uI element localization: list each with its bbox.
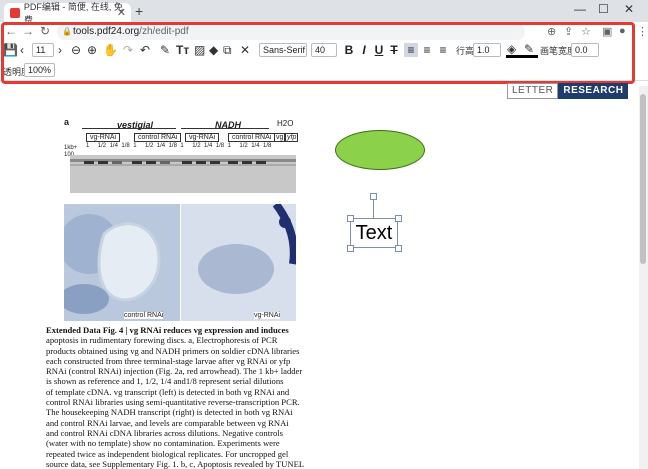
caption-line-10: and control RNAi cDNA libraries across d… [46, 427, 283, 438]
dilution-label: 1/2 [145, 143, 154, 149]
caption-line-0: Extended Data Fig. 4 | vg RNAi reduces v… [46, 325, 289, 335]
h2o-label: H2O [277, 119, 294, 128]
vg-rnai-micrograph [181, 204, 296, 321]
caption-line-11: (water with no template) show no contami… [46, 438, 280, 449]
menu-icon[interactable]: ⋮ [637, 25, 648, 38]
dilution-label: 1/4 [251, 143, 260, 149]
caption-line-13: source data, see Supplementary Fig. 1. b… [46, 458, 305, 469]
pdf24-favicon-icon [10, 7, 20, 18]
research-label: RESEARCH [558, 83, 629, 99]
vg-h2o-label: vg [274, 133, 286, 142]
control-rnai-micrograph [64, 204, 180, 321]
text-annotation[interactable]: Text [350, 218, 398, 248]
panel-b-caption: control RNAi [124, 312, 164, 319]
dilution-labels: 1 1/2 1/4 1/8 1 1/2 1/4 1/8 1 1/2 1/4 1/8 1 1/2 1/4 1/8 [86, 143, 276, 151]
dilution-label: 1/4 [109, 143, 118, 149]
vg-rnai-label-1: vg-RNAi [86, 133, 121, 142]
letter-label: LETTER [507, 83, 559, 99]
dilution-label: 1/8 [263, 143, 272, 149]
vg-rnai-label-2: vg-RNAi [185, 133, 220, 142]
dilution-label: 1/8 [121, 143, 130, 149]
caption-line-2: products obtained using vg and NADH prim… [46, 345, 300, 356]
nadh-bracket [181, 128, 269, 129]
scrollbar-thumb[interactable] [640, 94, 646, 264]
caption-line-4: RNAi (control RNAi) injection (Fig. 2a, … [46, 366, 303, 377]
new-tab-button[interactable]: + [135, 3, 143, 19]
rotate-handle-line [373, 199, 374, 218]
minimize-icon[interactable]: — [574, 2, 586, 16]
caption-line-1: apoptosis in rudimentary forewing discs.… [46, 335, 278, 346]
dilution-label: 1/2 [239, 143, 248, 149]
ellipse-annotation[interactable] [335, 130, 425, 170]
panel-c-caption: vg-RNAi [254, 312, 281, 319]
resize-handle-tl[interactable] [347, 215, 354, 222]
browser-tab[interactable]: PDF编辑 - 简便, 在线, 免费 ✕ [4, 2, 131, 25]
resize-handle-tr[interactable] [395, 215, 402, 222]
ladder-label: 1kb+ [64, 145, 78, 151]
micrograph-c-image [181, 204, 296, 321]
panel-a-label: a [64, 117, 70, 127]
close-window-icon[interactable]: ✕ [624, 2, 634, 16]
dilution-label: 1 [133, 143, 137, 149]
letter-research-header: LETTER RESEARCH [507, 83, 629, 99]
tab-bar: PDF编辑 - 简便, 在线, 免费 ✕ + — ☐ ✕ [0, 0, 648, 25]
dilution-label: 1/2 [97, 143, 107, 149]
micrograph-b-image [64, 204, 180, 321]
caption-line-8: The housekeeping NADH transcript (right)… [46, 407, 293, 418]
highlight-box [1, 22, 635, 84]
gel-bands [70, 155, 296, 193]
caption-line-9: and control RNAi larvae, and levels are … [46, 417, 289, 428]
figure-caption: Extended Data Fig. 4 | vg RNAi reduces v… [46, 325, 318, 469]
dilution-label: 1/4 [156, 143, 166, 149]
resize-handle-br[interactable] [395, 245, 402, 252]
caption-line-5: is shown as reference and 1, 1/2, 1/4 an… [46, 376, 284, 387]
control-rnai-label-2: control RNAi [228, 133, 276, 142]
resize-handle-bl[interactable] [347, 245, 354, 252]
dilution-label: 1/8 [215, 143, 225, 149]
dilution-label: 1 [180, 143, 184, 149]
dilution-label: 1/8 [168, 143, 177, 149]
tab-close-icon[interactable]: ✕ [117, 6, 126, 19]
dilution-label: 1/2 [192, 143, 201, 149]
caption-line-7: control RNAi libraries using semi-quanti… [46, 397, 300, 408]
vestigial-bracket [82, 128, 176, 129]
caption-line-3: each constructed from three terminal-sta… [46, 355, 291, 366]
control-rnai-label-1: control RNAi [134, 133, 182, 142]
dilution-label: 1 [86, 143, 90, 149]
yfp-h2o-label: yfp [285, 133, 299, 142]
dilution-label: 1 [227, 143, 231, 149]
maximize-icon[interactable]: ☐ [598, 2, 609, 16]
rotate-handle[interactable] [370, 193, 377, 200]
dilution-label: 1/4 [204, 143, 213, 149]
caption-line-6: of template cDNA. vg transcript (left) i… [46, 386, 290, 397]
gel-image [70, 155, 296, 193]
caption-line-12: repeated twice as independent biological… [46, 448, 289, 459]
